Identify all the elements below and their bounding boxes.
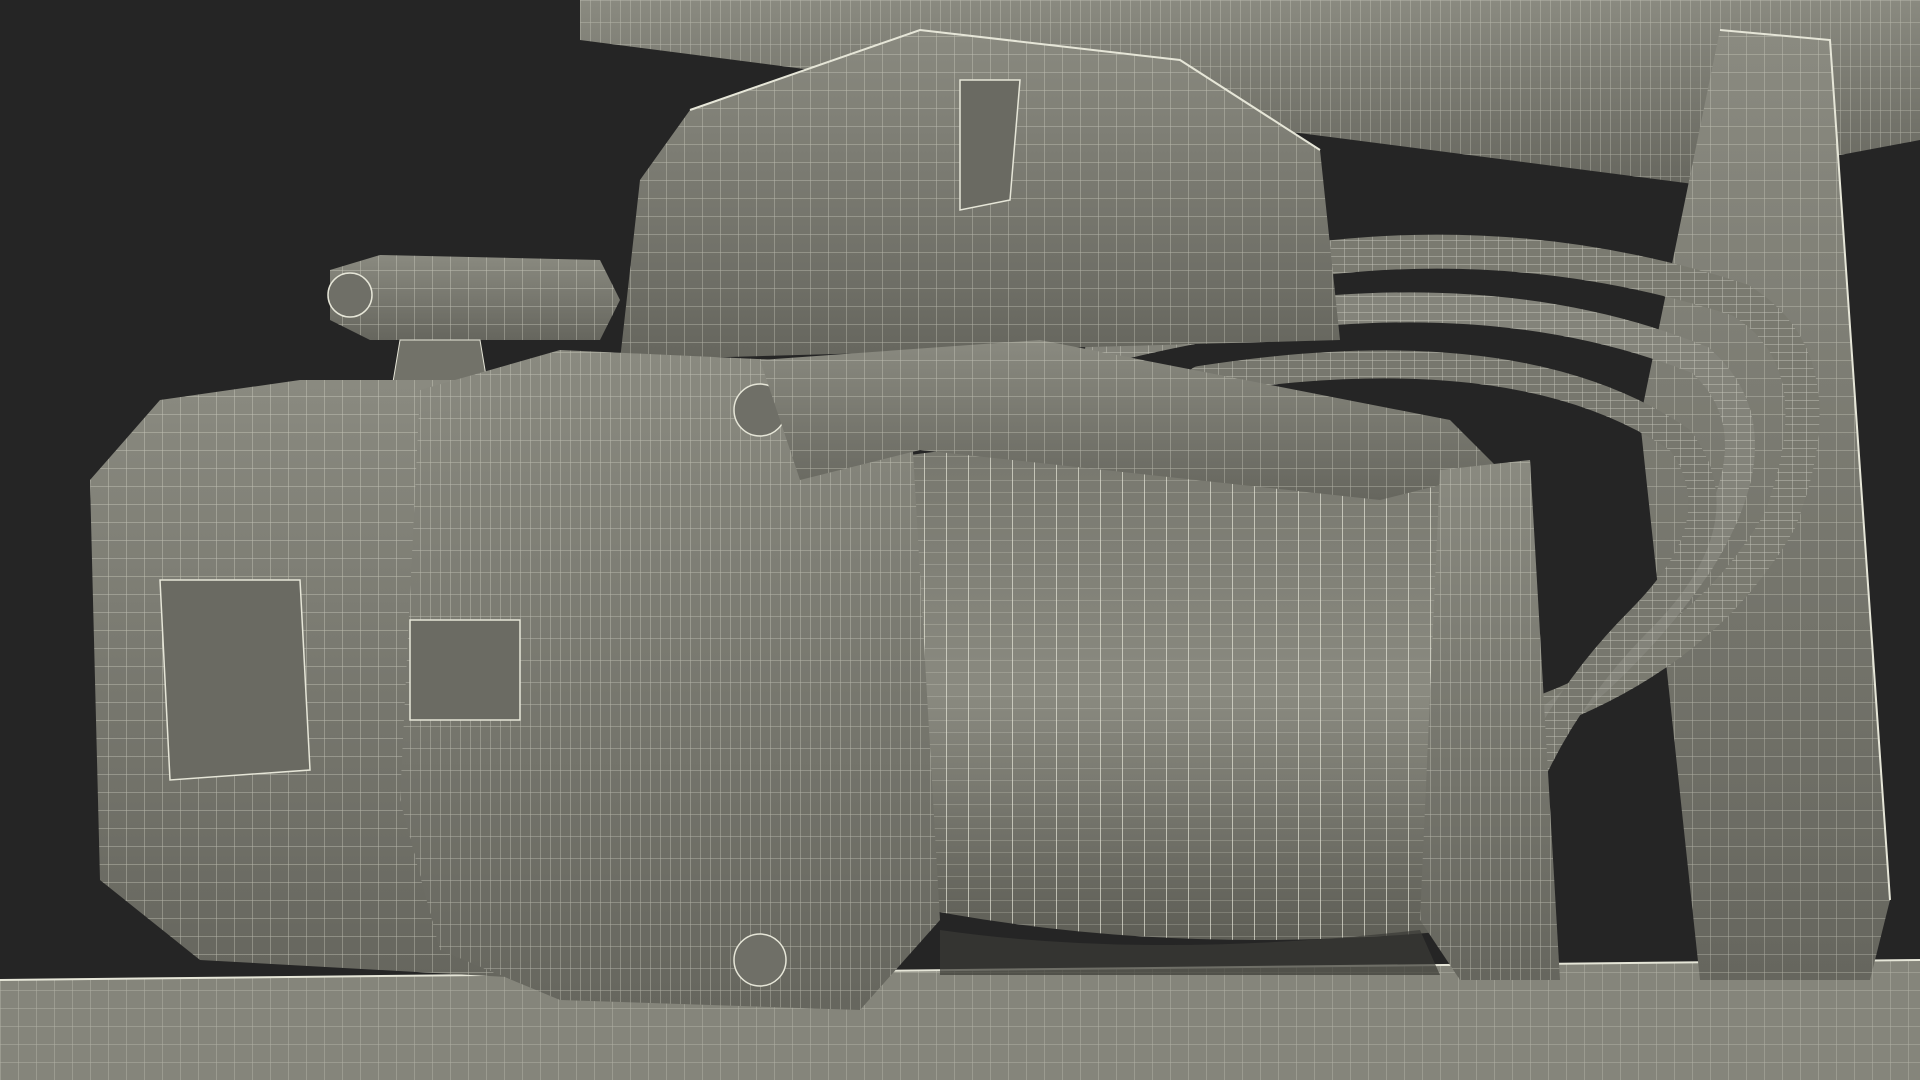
viewport — [0, 0, 1920, 1080]
base-platform — [0, 959, 1920, 1080]
winch-render — [0, 0, 1920, 1080]
cable-drum — [880, 444, 1460, 940]
end-plate-rear — [1420, 460, 1560, 980]
